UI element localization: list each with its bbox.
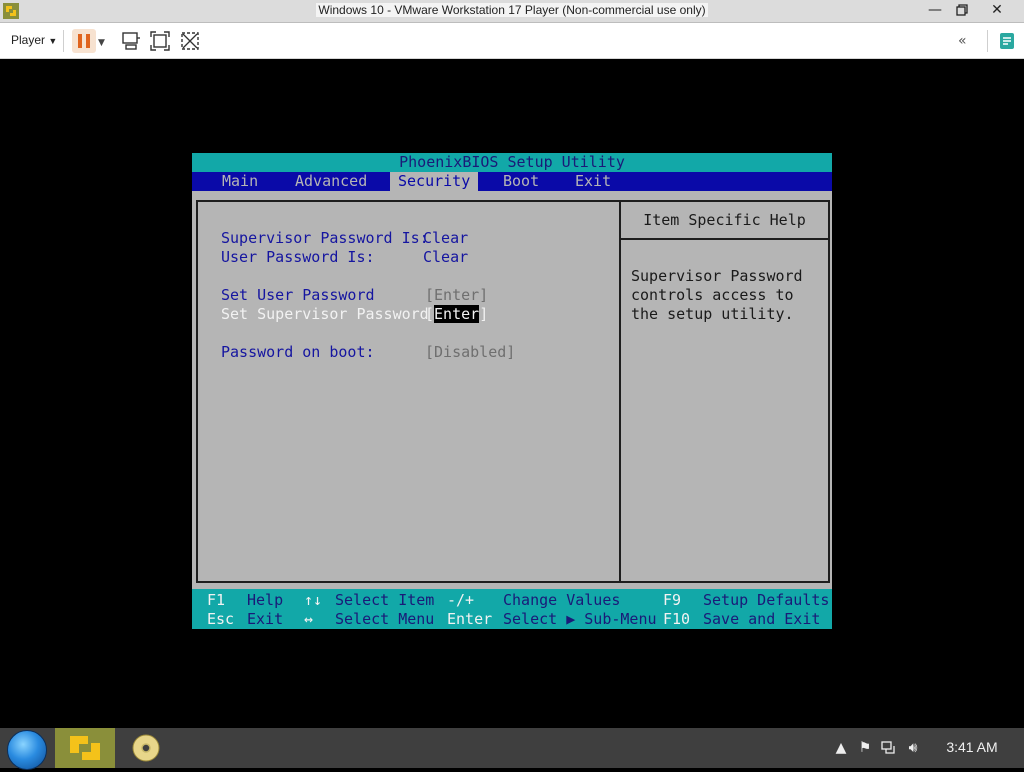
player-menu-label: Player [11,33,46,47]
start-button[interactable] [7,730,47,770]
bios-setup-screen: PhoenixBIOS Setup Utility Main Advanced … [192,153,832,629]
key-arrows-horizontal-desc: Select Menu [335,610,435,628]
tab-boot[interactable]: Boot [495,172,547,191]
bios-key-legend: F1 Help ↑↓ Select Item -/+ Change Values… [192,589,832,629]
pause-dropdown-button[interactable]: ▼ [98,30,110,52]
help-heading: Item Specific Help [621,202,828,240]
key-esc: Esc [207,610,235,628]
bios-menu-bar: Main Advanced Security Boot Exit [192,172,832,191]
close-button[interactable]: ✕ [982,0,1012,22]
toolbar-divider [987,30,988,52]
tab-main[interactable]: Main [214,172,266,191]
network-icon[interactable] [880,740,898,758]
restore-button[interactable] [947,0,977,22]
action-center-flag-icon[interactable]: ⚑ [856,740,874,758]
key-esc-desc: Exit [247,610,284,628]
fit-guest-icon [150,31,170,51]
key-f1: F1 [207,591,226,609]
collapse-toolbar-button[interactable]: « [958,30,980,52]
user-password-status-label: User Password Is: [221,248,375,266]
key-f10: F10 [663,610,691,628]
key-arrows-vertical: ↑↓ [304,591,323,609]
minimize-button[interactable]: — [920,0,950,22]
bios-body: Item Specific Help Supervisor Password c… [192,191,832,589]
supervisor-password-status-value: Clear [423,229,469,247]
tab-security[interactable]: Security [390,172,479,191]
supervisor-password-status-label: Supervisor Password Is: [221,229,429,247]
send-ctrl-alt-del-icon [122,32,140,50]
window-title: Windows 10 - VMware Workstation 17 Playe… [316,3,708,17]
password-on-boot-value[interactable]: [Disabled] [425,343,515,362]
player-menu[interactable]: Player ▼ [11,33,57,47]
set-supervisor-password-label[interactable]: Set Supervisor Password [221,305,429,324]
key-enter: Enter [447,610,493,628]
volume-icon[interactable]: 🔊︎ [904,740,922,758]
set-user-password-value[interactable]: [Enter] [425,286,488,305]
tray-overflow-icon[interactable]: ▲ [832,740,850,758]
taskbar-vmware-button[interactable] [55,728,115,768]
bios-title: PhoenixBIOS Setup Utility [192,153,832,172]
pause-icon [78,34,90,48]
user-password-status-value: Clear [423,248,469,266]
notes-button[interactable] [996,30,1018,52]
chevron-down-icon: ▼ [98,38,105,48]
fit-guest-button[interactable] [149,30,171,52]
unity-icon [181,32,199,50]
taskbar-disc-button[interactable] [125,728,171,768]
chevron-down-icon: ▼ [48,36,58,46]
key-f10-desc: Save and Exit [703,610,821,628]
unity-button[interactable] [179,30,201,52]
key-minus-plus-desc: Change Values [503,591,621,609]
set-supervisor-password-value[interactable]: [Enter] [425,305,488,324]
send-ctrl-alt-del-button[interactable] [120,30,142,52]
tab-exit[interactable]: Exit [567,172,619,191]
selected-value-highlight: Enter [434,305,480,323]
vmware-toolbar: Player ▼ ▼ « [0,23,1024,59]
vmware-icon [70,736,100,760]
key-f1-desc: Help [247,591,284,609]
host-taskbar: ▲ ⚑ 🔊︎ 3:41 AM [0,728,1024,770]
system-clock[interactable]: 3:41 AM [930,739,1014,755]
key-f9: F9 [663,591,682,609]
toolbar-divider [63,30,64,52]
key-enter-desc: Select ▶ Sub-Menu [503,610,657,628]
restore-icon [956,4,968,16]
window-titlebar: Windows 10 - VMware Workstation 17 Playe… [0,0,1024,23]
tab-advanced[interactable]: Advanced [287,172,375,191]
key-arrows-vertical-desc: Select Item [335,591,435,609]
key-f9-desc: Setup Defaults [703,591,830,609]
set-user-password-label[interactable]: Set User Password [221,286,375,305]
network-glyph [881,741,895,754]
password-on-boot-label[interactable]: Password on boot: [221,343,375,362]
notes-icon [1000,33,1014,49]
collapse-icon: « [958,33,967,49]
key-arrows-horizontal: ↔ [304,610,314,628]
disc-icon [132,734,160,762]
help-text: Supervisor Password controls access to t… [631,267,803,323]
key-minus-plus: -/+ [447,591,475,609]
pause-button[interactable] [72,29,96,53]
help-panel: Item Specific Help Supervisor Password c… [619,200,830,583]
